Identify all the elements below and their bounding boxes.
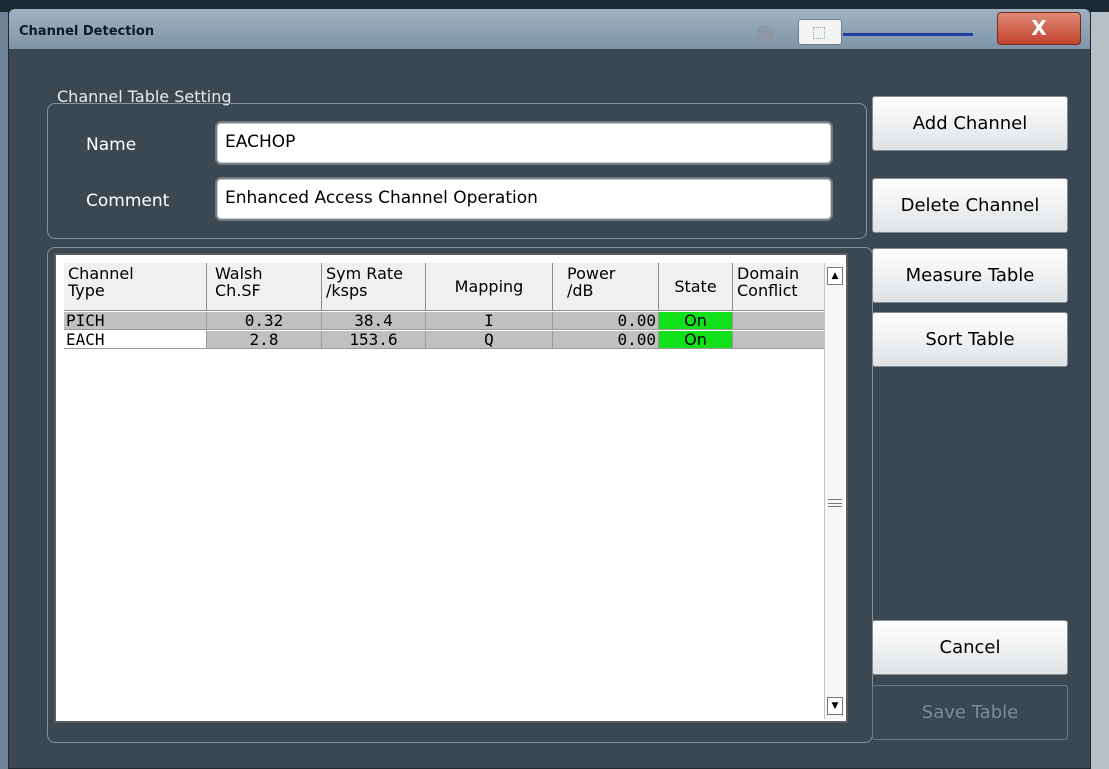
transparency-slider-handle[interactable] — [798, 19, 842, 45]
cancel-button[interactable]: Cancel — [872, 620, 1068, 675]
header-sym-rate[interactable]: Sym Rate /ksps — [322, 263, 426, 311]
header-domain-conflict[interactable]: Domain Conflict — [733, 263, 829, 311]
transparency-icon — [756, 25, 774, 43]
name-input[interactable]: EACHOP — [215, 121, 833, 165]
table-row-2-symrate[interactable]: 153.6 — [322, 331, 426, 349]
table-row-1-type[interactable]: PICH — [64, 312, 207, 330]
scroll-down-arrow-icon[interactable]: ▼ — [827, 697, 843, 715]
header-power-db[interactable]: Power /dB — [553, 263, 659, 311]
table-row-1-mapping[interactable]: I — [426, 312, 553, 330]
table-row-2-walsh[interactable]: 2.8 — [207, 331, 322, 349]
table-row-2-mapping[interactable]: Q — [426, 331, 553, 349]
add-channel-button[interactable]: Add Channel — [872, 96, 1068, 151]
table-row-2-conflict[interactable] — [733, 331, 829, 349]
header-walsh-ch-sf[interactable]: Walsh Ch.SF — [207, 263, 322, 311]
channel-table[interactable]: Channel Type Walsh Ch.SF Sym Rate /ksps … — [54, 253, 848, 723]
measure-table-button[interactable]: Measure Table — [872, 248, 1068, 303]
table-row-2-state[interactable]: On — [659, 331, 733, 349]
table-row-2-type[interactable]: EACH — [64, 331, 207, 349]
table-row-1-power[interactable]: 0.00 — [553, 312, 659, 330]
delete-channel-button[interactable]: Delete Channel — [872, 178, 1068, 233]
header-mapping[interactable]: Mapping — [426, 263, 553, 311]
table-row-1-conflict[interactable] — [733, 312, 829, 330]
dialog-title: Channel Detection — [19, 24, 155, 39]
name-label: Name — [86, 135, 137, 155]
sort-table-button[interactable]: Sort Table — [872, 312, 1068, 367]
save-table-button[interactable]: Save Table — [872, 685, 1068, 740]
header-state[interactable]: State — [659, 263, 733, 311]
table-row-2-power[interactable]: 0.00 — [553, 331, 659, 349]
title-bar[interactable]: Channel Detection X — [9, 9, 1090, 49]
transparency-slider-track[interactable] — [843, 33, 973, 36]
background-app-left — [0, 12, 8, 769]
background-app-right — [1091, 12, 1109, 769]
table-row-1-symrate[interactable]: 38.4 — [322, 312, 426, 330]
table-row-1-state[interactable]: On — [659, 312, 733, 330]
table-vertical-scrollbar[interactable]: ▲ ▼ — [824, 263, 844, 719]
comment-label: Comment — [86, 191, 170, 211]
close-button[interactable]: X — [997, 12, 1081, 45]
comment-input[interactable]: Enhanced Access Channel Operation — [215, 177, 833, 221]
scroll-up-arrow-icon[interactable]: ▲ — [827, 267, 843, 285]
scroll-grip-icon[interactable] — [828, 499, 842, 507]
header-channel-type[interactable]: Channel Type — [64, 263, 207, 311]
table-row-1-walsh[interactable]: 0.32 — [207, 312, 322, 330]
